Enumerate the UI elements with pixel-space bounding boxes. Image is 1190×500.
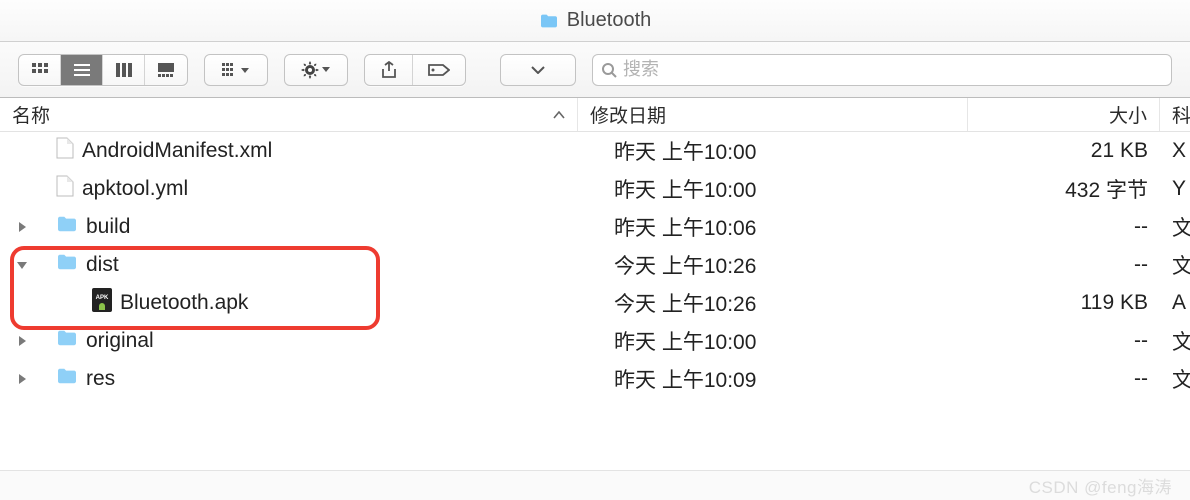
file-icon xyxy=(56,175,74,203)
list-view-button[interactable] xyxy=(61,55,103,85)
status-bar xyxy=(0,470,1190,500)
file-name: AndroidManifest.xml xyxy=(82,139,272,163)
table-row[interactable]: res 昨天 上午10:09--文 xyxy=(0,360,1190,398)
group-by-button[interactable] xyxy=(204,54,268,86)
svg-text:APK: APK xyxy=(96,295,109,301)
disclosure-triangle-icon[interactable] xyxy=(12,221,32,233)
folder-icon xyxy=(56,215,78,239)
file-kind: 文 xyxy=(1160,208,1190,246)
file-kind: 文 xyxy=(1160,360,1190,398)
file-date: 今天 上午10:26 xyxy=(578,284,968,322)
file-kind: 文 xyxy=(1160,322,1190,360)
file-name: apktool.yml xyxy=(82,177,188,201)
file-size: -- xyxy=(968,360,1160,398)
column-name-label: 名称 xyxy=(12,101,50,128)
column-date-label: 修改日期 xyxy=(590,101,666,128)
column-date[interactable]: 修改日期 xyxy=(578,98,968,131)
column-kind[interactable]: 科 xyxy=(1160,98,1190,131)
watermark: CSDN @feng海涛 xyxy=(1029,473,1172,498)
file-name: dist xyxy=(86,253,119,277)
file-size: 119 KB xyxy=(968,284,1160,322)
table-row[interactable]: dist 今天 上午10:26--文 xyxy=(0,246,1190,284)
file-date: 昨天 上午10:00 xyxy=(578,322,968,360)
search-input[interactable] xyxy=(623,59,1163,80)
folder-icon xyxy=(539,13,559,29)
file-date: 昨天 上午10:00 xyxy=(578,132,968,170)
file-kind: Y xyxy=(1160,170,1190,208)
sort-ascending-icon xyxy=(553,111,565,119)
file-name: Bluetooth.apk xyxy=(120,291,248,315)
folder-icon xyxy=(56,253,78,277)
file-size: 432 字节 xyxy=(968,170,1160,208)
titlebar: Bluetooth xyxy=(0,0,1190,42)
file-size: -- xyxy=(968,208,1160,246)
file-icon xyxy=(56,137,74,165)
file-name: res xyxy=(86,367,115,391)
path-dropdown-button[interactable] xyxy=(500,54,576,86)
file-list: AndroidManifest.xml昨天 上午10:0021 KBXapkto… xyxy=(0,132,1190,398)
table-row[interactable]: apktool.yml 昨天 上午10:00432 字节Y xyxy=(0,170,1190,208)
tag-button[interactable] xyxy=(413,55,465,85)
file-kind: A xyxy=(1160,284,1190,322)
disclosure-triangle-icon[interactable] xyxy=(12,335,32,347)
column-size-label: 大小 xyxy=(1109,101,1147,128)
file-date: 昨天 上午10:00 xyxy=(578,170,968,208)
action-menu-button[interactable] xyxy=(284,54,348,86)
file-date: 昨天 上午10:09 xyxy=(578,360,968,398)
file-name: original xyxy=(86,329,154,353)
file-name: build xyxy=(86,215,130,239)
file-date: 昨天 上午10:06 xyxy=(578,208,968,246)
search-field[interactable] xyxy=(592,54,1172,86)
table-row[interactable]: AndroidManifest.xml 昨天 上午10:0021 KBX xyxy=(0,132,1190,170)
disclosure-triangle-icon[interactable] xyxy=(12,260,32,270)
view-mode-segment xyxy=(18,54,188,86)
folder-icon xyxy=(56,329,78,353)
disclosure-triangle-icon[interactable] xyxy=(12,373,32,385)
window-title: Bluetooth xyxy=(567,9,652,32)
folder-icon xyxy=(56,367,78,391)
table-row[interactable]: build 昨天 上午10:06--文 xyxy=(0,208,1190,246)
apk-icon: APK xyxy=(92,288,112,318)
column-name[interactable]: 名称 xyxy=(0,98,578,131)
search-icon xyxy=(601,62,617,78)
toolbar xyxy=(0,42,1190,98)
icon-view-button[interactable] xyxy=(19,55,61,85)
column-view-button[interactable] xyxy=(103,55,145,85)
file-kind: X xyxy=(1160,132,1190,170)
table-row[interactable]: original 昨天 上午10:00--文 xyxy=(0,322,1190,360)
file-kind: 文 xyxy=(1160,246,1190,284)
file-size: 21 KB xyxy=(968,132,1160,170)
column-header: 名称 修改日期 大小 科 xyxy=(0,98,1190,132)
file-size: -- xyxy=(968,322,1160,360)
table-row[interactable]: APK Bluetooth.apk 今天 上午10:26119 KBA xyxy=(0,284,1190,322)
gallery-view-button[interactable] xyxy=(145,55,187,85)
share-tag-segment xyxy=(364,54,466,86)
file-size: -- xyxy=(968,246,1160,284)
column-kind-label: 科 xyxy=(1172,101,1190,128)
share-button[interactable] xyxy=(365,55,413,85)
column-size[interactable]: 大小 xyxy=(968,98,1160,131)
file-date: 今天 上午10:26 xyxy=(578,246,968,284)
